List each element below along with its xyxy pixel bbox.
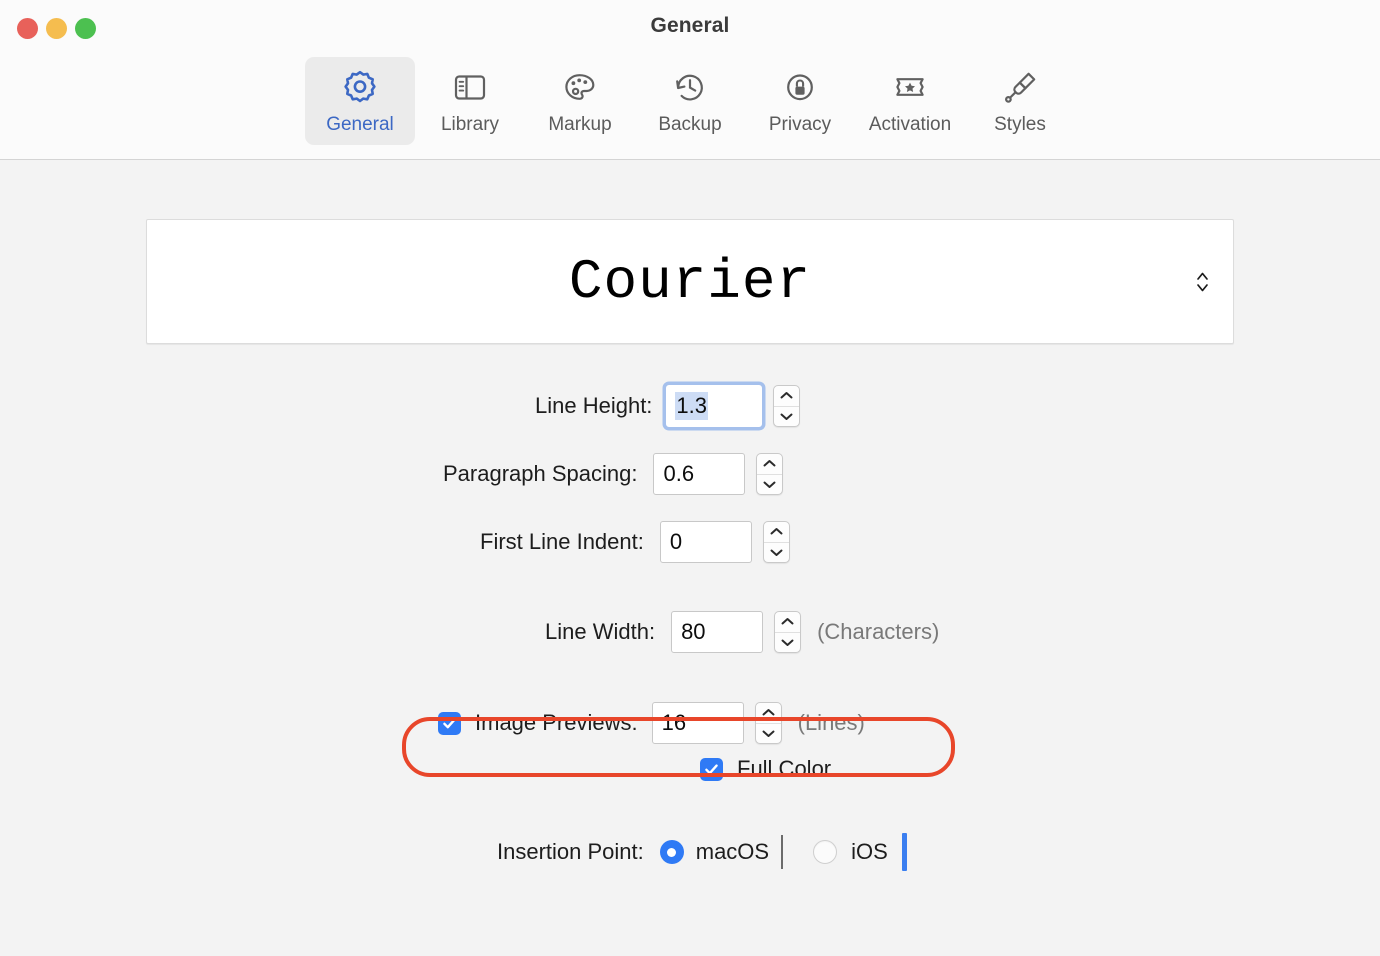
image-previews-stepper[interactable]: [754, 702, 782, 744]
paragraph-spacing-stepper[interactable]: [756, 453, 784, 495]
row-full-color: Full Color: [0, 756, 1380, 782]
paintbrush-icon: [998, 66, 1042, 110]
page-title: General: [650, 14, 730, 37]
tab-library[interactable]: Library: [415, 57, 525, 145]
insertion-point-macos-label: macOS: [695, 839, 770, 864]
clock-back-icon: [668, 66, 712, 110]
line-height-input[interactable]: 1.3: [666, 385, 763, 427]
sidebar-icon: [448, 66, 492, 110]
chevron-up-icon[interactable]: [757, 454, 783, 475]
font-picker[interactable]: Courier: [146, 219, 1234, 344]
insertion-point-radio-macos[interactable]: [659, 840, 684, 864]
row-insertion-point: Insertion Point: macOS iOS: [0, 833, 1380, 871]
chevron-up-icon[interactable]: [775, 612, 801, 633]
ticket-star-icon: [888, 66, 932, 110]
line-height-label: Line Height:: [535, 393, 653, 418]
line-width-unit: (Characters): [817, 619, 940, 644]
image-previews-unit: (Lines): [797, 710, 865, 735]
tab-markup[interactable]: Markup: [525, 57, 635, 145]
row-line-height: Line Height: 1.3: [0, 385, 1380, 427]
first-line-indent-value: 0: [669, 529, 683, 554]
chevron-down-icon[interactable]: [757, 475, 782, 495]
image-previews-value: 16: [661, 710, 687, 735]
tab-general[interactable]: General: [305, 57, 415, 145]
toolbar-tabs: General Library Markup Backup Privacy Ac…: [0, 57, 1380, 145]
paragraph-spacing-value: 0.6: [663, 461, 695, 486]
first-line-indent-stepper[interactable]: [762, 521, 790, 563]
tab-library-label: Library: [440, 114, 500, 135]
row-image-previews: Image Previews: 16 (Lines): [0, 702, 1380, 744]
chevron-up-icon[interactable]: [774, 386, 800, 407]
tab-general-label: General: [326, 114, 394, 135]
line-height-value: 1.3: [675, 392, 709, 420]
row-line-width: Line Width: 80 (Characters): [0, 611, 1380, 653]
tab-backup[interactable]: Backup: [635, 57, 745, 145]
lock-icon: [778, 66, 822, 110]
paragraph-spacing-input[interactable]: 0.6: [653, 453, 746, 495]
preferences-content: Courier Line Height: 1.3 Paragraph Spaci…: [0, 160, 1380, 955]
gear-icon: [338, 66, 382, 110]
line-width-label: Line Width:: [545, 619, 656, 644]
tab-styles-label: Styles: [994, 114, 1046, 135]
tab-privacy[interactable]: Privacy: [745, 57, 855, 145]
chevron-down-icon[interactable]: [764, 543, 789, 563]
full-color-checkbox[interactable]: [700, 757, 723, 781]
tab-styles[interactable]: Styles: [965, 57, 1075, 145]
chevron-updown-icon[interactable]: [1194, 267, 1211, 297]
tab-backup-label: Backup: [658, 114, 722, 135]
line-width-value: 80: [681, 619, 706, 644]
chevron-down-icon[interactable]: [774, 407, 799, 427]
chevron-up-icon[interactable]: [755, 703, 781, 724]
image-previews-label: Image Previews:: [475, 710, 638, 735]
first-line-indent-label: First Line Indent:: [480, 529, 644, 554]
preferences-window: General General Library Markup Backup Pr…: [0, 0, 1380, 956]
image-previews-input[interactable]: 16: [651, 702, 744, 744]
chevron-down-icon[interactable]: [775, 633, 800, 653]
paragraph-spacing-label: Paragraph Spacing:: [443, 461, 638, 486]
font-picker-value: Courier: [568, 249, 812, 314]
line-height-stepper[interactable]: [773, 385, 801, 427]
chevron-up-icon[interactable]: [763, 522, 789, 543]
insertion-point-ios-label: iOS: [851, 839, 888, 864]
row-paragraph-spacing: Paragraph Spacing: 0.6: [0, 453, 1380, 495]
full-color-label: Full Color: [737, 756, 832, 781]
tab-privacy-label: Privacy: [768, 114, 832, 135]
line-width-stepper[interactable]: [774, 611, 802, 653]
window-toolbar: General General Library Markup Backup Pr…: [0, 0, 1380, 160]
image-previews-checkbox[interactable]: [438, 711, 461, 735]
insertion-point-label: Insertion Point:: [497, 839, 644, 864]
thick-blue-caret-icon: [901, 833, 907, 871]
palette-icon: [558, 66, 602, 110]
line-width-input[interactable]: 80: [671, 611, 764, 653]
tab-activation-label: Activation: [868, 114, 952, 135]
first-line-indent-input[interactable]: 0: [659, 521, 752, 563]
radio-dot: [667, 847, 677, 857]
chevron-down-icon[interactable]: [756, 724, 781, 744]
thin-gray-caret-icon: [781, 835, 784, 869]
insertion-point-radio-ios[interactable]: [813, 840, 838, 864]
tab-markup-label: Markup: [548, 114, 612, 135]
row-first-line-indent: First Line Indent: 0: [0, 521, 1380, 563]
tab-activation[interactable]: Activation: [855, 57, 965, 145]
